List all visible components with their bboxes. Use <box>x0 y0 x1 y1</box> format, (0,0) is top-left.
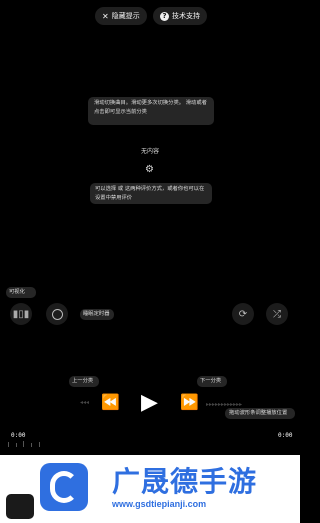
clock-icon <box>51 308 63 320</box>
brand-text: 广晟德手游 <box>112 465 258 498</box>
waveform-tip-text: 拖动波形条调整播放位置 <box>229 410 288 416</box>
time-total: 0:00 <box>278 432 293 439</box>
watermark-banner: 广晟德手游 www.gsdtiepianji.com <box>0 455 300 523</box>
previous-button[interactable]: ⏪ <box>101 393 120 411</box>
next-category-tip: 下一分类 <box>197 376 227 387</box>
play-button[interactable]: ▶ <box>141 390 158 415</box>
brand-logo <box>40 463 88 511</box>
waveform-seekbar[interactable] <box>8 440 292 448</box>
next-category-indicator: ▸▸▸▸▸▸▸▸▸▸▸▸ <box>206 401 243 408</box>
hide-tips-label: 隐藏提示 <box>111 12 140 20</box>
shuffle-button[interactable]: ⤮ <box>266 303 288 325</box>
visualize-tip-text: 可视化 <box>9 289 25 295</box>
waveform-icon: ▮▯▮ <box>12 308 30 320</box>
close-icon: ✕ <box>102 11 109 21</box>
next-category-tip-text: 下一分类 <box>200 378 222 384</box>
visualize-tip: 可视化 <box>6 287 36 298</box>
prev-category-tip: 上一分类 <box>69 376 99 387</box>
support-button[interactable]: ? 技术支持 <box>153 7 207 25</box>
sleep-timer-tip: 睡眠定时器 <box>80 309 114 320</box>
sleep-timer-tip-text: 睡眠定时器 <box>83 311 110 317</box>
rating-tip-text: 可以选择 或 这两种评价方式，或者你也可以在设置中禁用评价 <box>95 186 205 201</box>
repeat-button[interactable]: ⟳ <box>232 303 254 325</box>
mini-panel[interactable] <box>6 494 34 519</box>
visualizer-button[interactable]: ▮▯▮ <box>10 303 32 325</box>
waveform-tip: 拖动波形条调整播放位置 <box>225 408 295 419</box>
rating-tip: 可以选择 或 这两种评价方式，或者你也可以在设置中禁用评价 <box>90 183 212 204</box>
brand-url: www.gsdtiepianji.com <box>112 499 207 509</box>
gear-icon[interactable]: ⚙ <box>145 164 154 175</box>
hide-tips-button[interactable]: ✕ 隐藏提示 <box>95 7 147 25</box>
swipe-tip-text: 滑动切换曲目。滑动更多次切换分类。 滑动或者点击即可显示当前分类 <box>94 100 207 115</box>
prev-category-indicator: ◂◂◂ <box>80 399 90 406</box>
support-label: 技术支持 <box>172 12 200 20</box>
shuffle-icon: ⤮ <box>273 308 281 320</box>
prev-category-tip-text: 上一分类 <box>72 378 94 384</box>
swipe-tip: 滑动切换曲目。滑动更多次切换分类。 滑动或者点击即可显示当前分类 <box>88 97 214 125</box>
time-elapsed: 0:00 <box>11 432 26 439</box>
empty-label: 无内容 <box>140 148 159 155</box>
help-icon: ? <box>160 11 169 21</box>
next-button[interactable]: ⏩ <box>180 393 199 411</box>
sleep-timer-button[interactable] <box>46 303 68 325</box>
repeat-icon: ⟳ <box>238 308 248 320</box>
